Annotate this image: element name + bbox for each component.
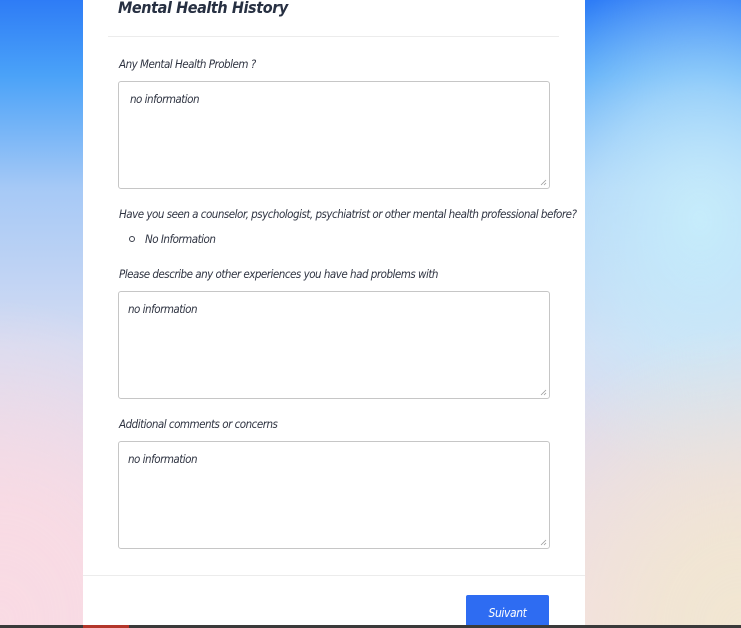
additional-comments-label: Additional comments or concerns	[119, 417, 278, 431]
next-button[interactable]: Suivant	[466, 595, 549, 628]
other-experiences-textarea[interactable]: no information	[118, 291, 550, 399]
mental-health-problem-textarea[interactable]: no information	[118, 81, 550, 189]
mental-health-problem-label: Any Mental Health Problem ?	[119, 57, 256, 71]
section-title: Mental Health History	[118, 0, 288, 17]
professional-seen-answer-text: No Information	[145, 232, 216, 246]
additional-comments-textarea[interactable]: no information	[118, 441, 550, 549]
professional-seen-answer: No Information	[129, 232, 216, 246]
mental-health-problem-value: no information	[130, 92, 200, 106]
bullet-circle-icon	[129, 236, 135, 242]
footer-divider	[83, 575, 585, 576]
other-experiences-value: no information	[128, 302, 198, 316]
resize-handle-icon[interactable]	[540, 179, 547, 186]
resize-handle-icon[interactable]	[540, 539, 547, 546]
form-card: Mental Health History Any Mental Health …	[83, 0, 585, 628]
professional-seen-question: Have you seen a counselor, psychologist,…	[119, 207, 577, 221]
additional-comments-value: no information	[128, 452, 198, 466]
resize-handle-icon[interactable]	[540, 389, 547, 396]
header-divider	[108, 36, 559, 37]
other-experiences-label: Please describe any other experiences yo…	[119, 267, 438, 281]
